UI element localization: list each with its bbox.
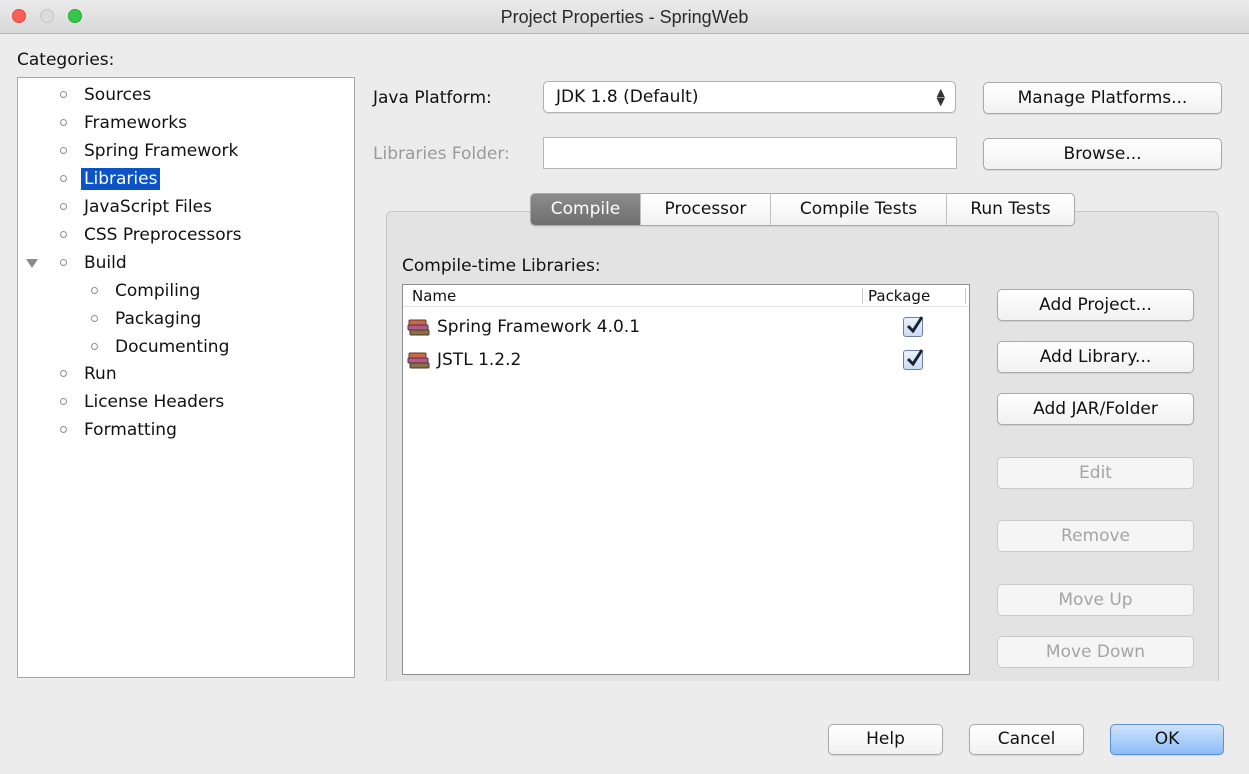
category-libraries[interactable]: Libraries (60, 167, 161, 191)
tab-processor[interactable]: Processor (641, 194, 771, 225)
java-platform-label: Java Platform: (373, 88, 492, 108)
tree-node-icon (60, 203, 67, 210)
tree-node-icon (60, 231, 67, 238)
category-javascript-files[interactable]: JavaScript Files (60, 195, 215, 219)
package-checkbox[interactable] (903, 316, 924, 337)
category-formatting[interactable]: Formatting (60, 418, 180, 442)
table-row[interactable]: Spring Framework 4.0.1 (403, 312, 969, 342)
package-checkbox[interactable] (903, 349, 924, 370)
tree-node-icon (60, 147, 67, 154)
category-sources[interactable]: Sources (60, 83, 154, 107)
column-header-package[interactable]: Package (868, 285, 930, 307)
category-compiling[interactable]: Compiling (91, 279, 203, 303)
add-project-button[interactable]: Add Project... (997, 289, 1194, 321)
tree-node-icon (60, 259, 67, 266)
tree-node-icon (60, 91, 67, 98)
help-button[interactable]: Help (828, 724, 943, 755)
table-row[interactable]: JSTL 1.2.2 (403, 345, 969, 375)
compile-time-libraries-title: Compile-time Libraries: (402, 256, 601, 276)
tab-compile[interactable]: Compile (531, 194, 641, 225)
tab-run-tests[interactable]: Run Tests (947, 194, 1074, 225)
browse-button[interactable]: Browse... (983, 138, 1222, 170)
libraries-folder-field[interactable] (543, 137, 957, 169)
checkmark-icon (906, 316, 924, 334)
tree-node-icon (60, 426, 67, 433)
add-jar-folder-button[interactable]: Add JAR/Folder (997, 393, 1194, 425)
library-icon (407, 319, 430, 336)
ok-button[interactable]: OK (1110, 724, 1224, 755)
column-divider (862, 288, 863, 304)
window-title: Project Properties - SpringWeb (500, 7, 749, 27)
expand-triangle-icon[interactable] (26, 259, 38, 268)
column-divider (965, 288, 966, 304)
tree-node-icon (91, 315, 98, 322)
cancel-button[interactable]: Cancel (969, 724, 1084, 755)
up-down-arrows-icon: ▲ ▼ (936, 86, 945, 108)
tab-compile-tests[interactable]: Compile Tests (771, 194, 947, 225)
category-run[interactable]: Run (60, 362, 120, 386)
category-frameworks[interactable]: Frameworks (60, 111, 190, 135)
categories-label: Categories: (17, 50, 115, 70)
manage-platforms-button[interactable]: Manage Platforms... (983, 82, 1222, 114)
table-header: Name Package (403, 285, 969, 307)
tree-node-icon (91, 343, 98, 350)
tree-node-icon (60, 119, 67, 126)
edit-button[interactable]: Edit (997, 457, 1194, 489)
category-documenting[interactable]: Documenting (91, 335, 232, 359)
categories-tree: Sources Frameworks Spring Framework Libr… (17, 77, 355, 678)
add-library-button[interactable]: Add Library... (997, 341, 1194, 373)
library-name: JSTL 1.2.2 (437, 350, 522, 370)
library-icon (407, 352, 430, 369)
category-css-preprocessors[interactable]: CSS Preprocessors (60, 223, 244, 247)
category-license-headers[interactable]: License Headers (60, 390, 227, 414)
tree-node-icon (60, 370, 67, 377)
libraries-table: Name Package Spring Framework 4.0.1 JSTL… (402, 284, 970, 675)
libraries-folder-label: Libraries Folder: (373, 144, 510, 164)
column-header-name[interactable]: Name (412, 285, 456, 307)
java-platform-select[interactable]: JDK 1.8 (Default) ▲ ▼ (543, 81, 956, 113)
tab-bar: Compile Processor Compile Tests Run Test… (530, 193, 1075, 226)
category-packaging[interactable]: Packaging (91, 307, 204, 331)
move-up-button[interactable]: Move Up (997, 584, 1194, 616)
library-name: Spring Framework 4.0.1 (437, 317, 641, 337)
move-down-button[interactable]: Move Down (997, 636, 1194, 668)
java-platform-value: JDK 1.8 (Default) (556, 87, 699, 107)
tree-node-icon (60, 175, 67, 182)
category-build[interactable]: Build (60, 251, 130, 275)
checkmark-icon (906, 349, 924, 367)
tree-node-icon (91, 287, 98, 294)
title-bar: Project Properties - SpringWeb (0, 0, 1249, 34)
remove-button[interactable]: Remove (997, 520, 1194, 552)
tree-node-icon (60, 398, 67, 405)
category-spring-framework[interactable]: Spring Framework (60, 139, 241, 163)
